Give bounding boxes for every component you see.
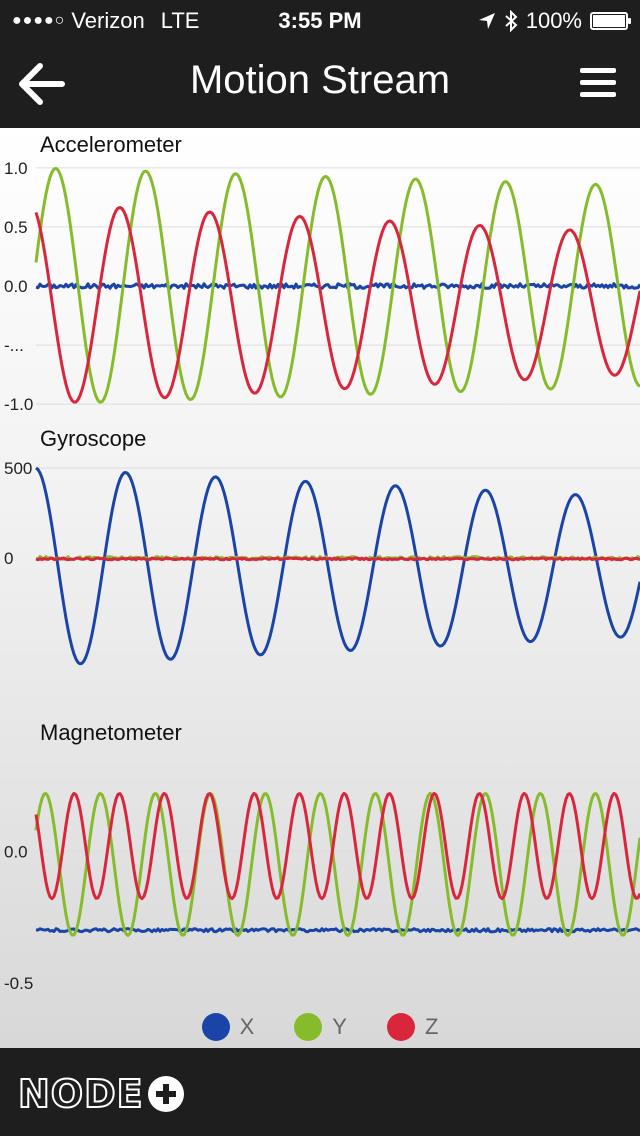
legend-swatch-x	[201, 1013, 230, 1041]
legend-label-z: Z	[424, 1014, 439, 1039]
battery-percent: 100%	[525, 8, 582, 33]
y-tick-label: 1.0	[4, 159, 28, 178]
legend-item-x: X	[201, 1013, 255, 1041]
status-bar: ●●●●○ Verizon LTE 3:55 PM 100%	[0, 0, 640, 40]
y-tick-label: 0	[4, 549, 13, 568]
hamburger-menu-icon[interactable]	[580, 68, 616, 98]
accelerometer-title: Accelerometer	[40, 132, 182, 157]
logo-text: NODE	[17, 1071, 144, 1117]
location-arrow-icon	[478, 13, 495, 29]
y-tick-label: 0.0	[4, 277, 28, 296]
legend-label-y: Y	[332, 1014, 347, 1039]
footer-bar: NODE	[0, 1048, 640, 1136]
y-tick-label: 0.5	[4, 218, 28, 237]
accelerometer-chart: 1.0 0.5 0.0 -... -1.0	[4, 159, 640, 414]
plus-icon	[147, 1076, 184, 1112]
bluetooth-icon	[505, 10, 518, 32]
gyroscope-title: Gyroscope	[40, 426, 147, 451]
y-tick-label: 500	[4, 459, 32, 478]
legend-swatch-y	[294, 1013, 323, 1041]
series-line-z	[34, 791, 640, 901]
chart-legend: X Y Z	[0, 1013, 640, 1041]
gyroscope-chart: 500 0	[4, 459, 640, 666]
y-tick-label: 0.0	[4, 842, 28, 861]
legend-item-z: Z	[386, 1013, 439, 1041]
page-title: Motion Stream	[189, 58, 451, 102]
legend-swatch-z	[386, 1013, 415, 1041]
nav-bar: Motion Stream	[0, 40, 640, 128]
battery-icon	[590, 12, 631, 30]
series-line-z	[35, 556, 640, 562]
magnetometer-title: Magnetometer	[40, 720, 182, 745]
legend-item-y: Y	[294, 1013, 347, 1041]
y-tick-label: -0.5	[4, 974, 33, 993]
y-tick-label: -1.0	[4, 395, 33, 414]
motion-charts: Accelerometer 1.0 0.5 0.0 -... -1.0 Gyroscop…	[0, 128, 640, 1048]
battery-fill	[593, 15, 625, 27]
legend-label-x: X	[239, 1014, 255, 1039]
series-line-z	[34, 206, 640, 404]
magnetometer-chart: 0.0 -0.5	[4, 791, 640, 993]
status-right: 100%	[478, 8, 631, 34]
series-line-x	[35, 466, 640, 666]
node-logo: NODE	[17, 1071, 184, 1117]
y-tick-label: -...	[4, 336, 24, 355]
